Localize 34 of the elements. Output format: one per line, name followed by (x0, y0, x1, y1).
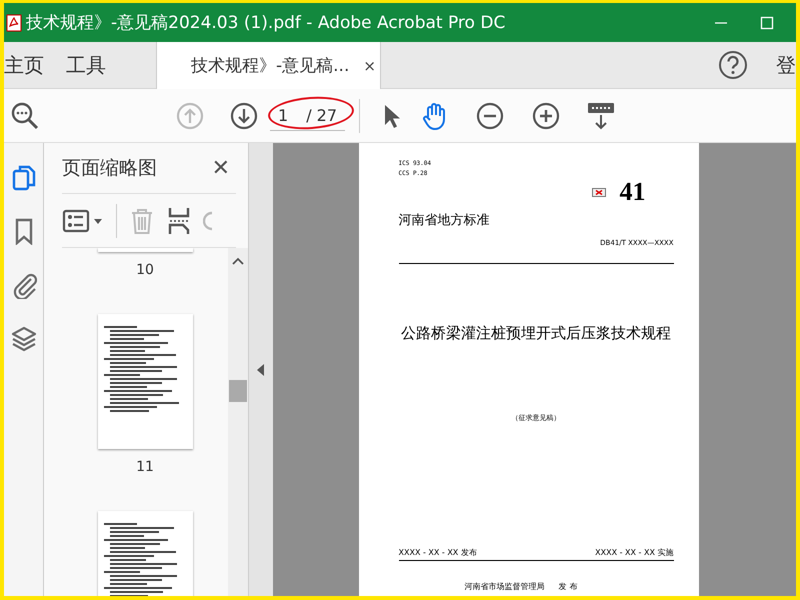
next-page-icon[interactable] (230, 102, 258, 130)
page-total: / 27 (306, 106, 338, 124)
insert-page-icon[interactable] (167, 206, 191, 236)
page-thumbnail[interactable] (98, 248, 192, 252)
issue-date: XXXX - XX - XX 发布 (398, 547, 477, 558)
page-number-label: 11 (136, 459, 154, 475)
province-code: 41 (620, 177, 646, 207)
collapse-arrow-icon[interactable] (257, 364, 265, 376)
sign-in-link[interactable]: 登 (776, 42, 796, 88)
standard-category: 河南省地方标准 (398, 212, 490, 229)
zoom-out-icon[interactable] (476, 102, 504, 130)
broken-image-icon (592, 188, 606, 196)
page-number-label: 10 (136, 262, 154, 278)
keyboard-download-icon[interactable] (586, 100, 616, 130)
close-tab-button[interactable]: × (363, 56, 376, 74)
help-icon[interactable] (718, 50, 748, 80)
zoom-in-icon[interactable] (532, 102, 560, 130)
nav-tab[interactable]: 工具 (66, 42, 128, 88)
page-number-field[interactable]: 1 (278, 106, 288, 124)
effective-date: XXXX - XX - XX 实施 (595, 547, 674, 558)
page-thumbnail[interactable] (98, 314, 192, 449)
nav-tab[interactable]: 主页 (4, 42, 66, 88)
issuer-action: 发 布 (558, 581, 578, 592)
search-icon[interactable] (10, 100, 40, 130)
panel-title: 页面缩略图 (62, 156, 157, 181)
document-tab[interactable]: 技术规程》-意见稿... × (156, 42, 381, 89)
document-title: 公路桥梁灌注桩预埋开式后压浆技术规程 (400, 324, 672, 343)
layers-icon[interactable] (10, 325, 36, 353)
pdf-file-icon (6, 14, 22, 32)
window-title: 技术规程》-意见稿2024.03 (1).pdf - Adobe Acrobat Pro DC (26, 12, 506, 34)
pages-icon[interactable] (10, 163, 36, 191)
close-panel-button[interactable]: ✕ (206, 156, 236, 180)
issuer-name: 河南省市场监督管理局 (464, 581, 545, 592)
scrollbar-thumb[interactable] (229, 380, 247, 402)
